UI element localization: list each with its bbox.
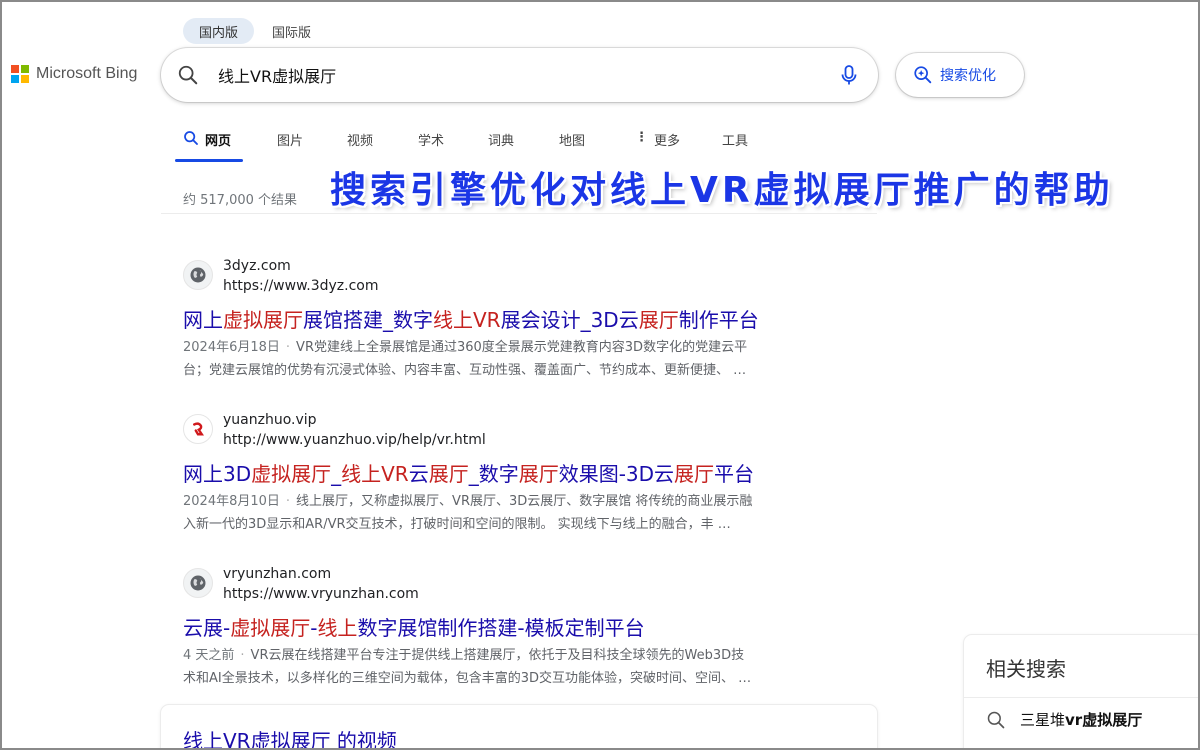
tab-maps[interactable]: 地图 [559,130,585,162]
search-sparkle-icon [914,66,932,84]
result-url: http://www.yuanzhuo.vip/help/vr.html [223,432,486,448]
search-optimize-button[interactable]: 搜索优化 [896,53,1024,97]
result-site-name: vryunzhan.com [223,566,332,582]
tab-images[interactable]: 图片 [277,130,303,162]
result-count: 约 517,000 个结果 [183,193,298,208]
related-searches: 相关搜索 三星堆vr虚拟展厅 [964,635,1200,750]
related-searches-title: 相关搜索 [986,657,1066,681]
result-site-name: 3dyz.com [223,258,291,274]
result-source[interactable]: yuanzhuo.vip http://www.yuanzhuo.vip/hel… [183,412,863,452]
search-input[interactable] [218,48,798,102]
video-section: 线上VR虚拟展厅 的视频 [161,705,877,750]
result-date: 4 天之前 [183,648,235,663]
yuanzhuo-favicon-icon [183,414,213,444]
search-result: yuanzhuo.vip http://www.yuanzhuo.vip/hel… [183,412,863,532]
tab-more[interactable]: ⋮ 更多 [635,130,680,162]
search-result: 3dyz.com https://www.3dyz.com 网上虚拟展厅展馆搭建… [183,258,863,378]
bing-logo[interactable]: Microsoft Bing [11,65,137,83]
tab-web-label: 网页 [205,134,232,149]
tab-academic[interactable]: 学术 [418,130,444,162]
result-date: 2024年6月18日 [183,340,280,355]
search-result: vryunzhan.com https://www.vryunzhan.com … [183,566,863,686]
search-icon [184,131,198,145]
tab-web[interactable]: 网页 [174,130,244,162]
search-icon [987,711,1005,728]
tab-domestic[interactable]: 国内版 [183,18,255,44]
tab-tools[interactable]: 工具 [722,130,748,162]
tab-dictionary[interactable]: 词典 [488,130,514,162]
microsoft-logo-icon [11,65,29,83]
search-box[interactable] [161,48,878,102]
video-section-title[interactable]: 线上VR虚拟展厅 的视频 [183,725,397,750]
tab-videos[interactable]: 视频 [347,130,373,162]
related-divider [964,697,1200,698]
microphone-icon[interactable] [837,63,861,87]
result-title-link[interactable]: 网上虚拟展厅展馆搭建_数字线上VR展会设计_3D云展厅制作平台 [183,304,759,333]
search-optimize-label: 搜索优化 [940,68,996,84]
search-icon[interactable] [177,64,199,86]
result-title-link[interactable]: 网上3D虚拟展厅_线上VR云展厅_数字展厅效果图-3D云展厅平台 [183,458,754,487]
result-date: 2024年8月10日 [183,494,280,509]
tab-international[interactable]: 国际版 [256,18,327,44]
logo-text: Microsoft Bing [36,65,138,82]
globe-icon [183,568,213,598]
more-dots-icon: ⋮ [635,130,648,145]
overlay-title: 搜索引擎优化对线上VR虚拟展厅推广的帮助 [330,170,1114,211]
result-snippet: 2024年8月10日 · 线上展厅，又称虚拟展厅、VR展厅、3D云展厅、数字展馆 将… [183,494,753,532]
related-search-item[interactable]: 三星堆vr虚拟展厅 [986,709,1142,730]
result-snippet: 2024年6月18日 · VR党建线上全景展馆是通过360度全景展示党建教育内容3D… [183,340,748,378]
result-title-link[interactable]: 云展-虚拟展厅-线上数字展馆制作搭建-模板定制平台 [183,612,645,641]
result-snippet: 4 天之前 · VR云展在线搭建平台专注于提供线上搭建展厅，依托于及目科技全球领先的… [183,648,752,686]
result-url: https://www.vryunzhan.com [223,586,419,602]
result-site-name: yuanzhuo.vip [223,412,317,428]
region-tabs: 国内版 国际版 [183,18,327,44]
result-source[interactable]: vryunzhan.com https://www.vryunzhan.com [183,566,863,606]
globe-icon [183,260,213,290]
tab-more-label: 更多 [654,134,681,149]
result-source[interactable]: 3dyz.com https://www.3dyz.com [183,258,863,298]
result-url: https://www.3dyz.com [223,278,379,294]
nav-divider [161,213,877,214]
